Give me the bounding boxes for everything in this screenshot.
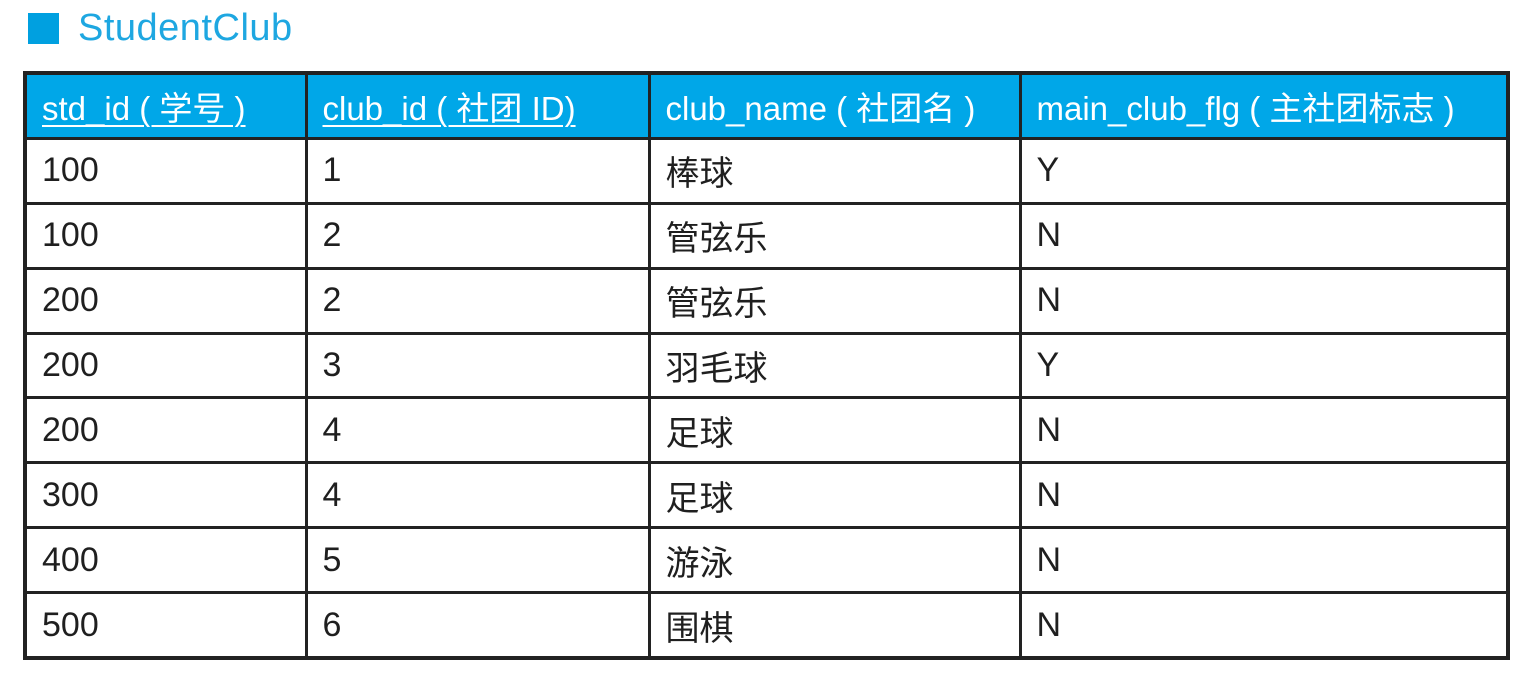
cell-club-name: 棒球 [647, 137, 1022, 205]
cell-std-id: 400 [23, 526, 308, 595]
cell-std-id: 200 [23, 266, 308, 335]
cell-main-club-flg: N [1018, 591, 1510, 660]
cell-club-id: 3 [304, 331, 651, 400]
cell-std-id: 500 [23, 591, 308, 660]
cell-club-id: 6 [304, 591, 651, 660]
cell-club-id: 4 [304, 396, 651, 465]
table-row: 300 4 足球 N [23, 461, 1510, 530]
table-caption: StudentClub [28, 6, 293, 50]
cell-club-id: 5 [304, 526, 651, 595]
table-title: StudentClub [78, 6, 293, 49]
table-row: 500 6 围棋 N [23, 591, 1510, 660]
table-row: 100 1 棒球 Y [23, 137, 1510, 205]
cell-std-id: 200 [23, 331, 308, 400]
table-row: 200 3 羽毛球 Y [23, 331, 1510, 400]
cell-main-club-flg: Y [1018, 137, 1510, 205]
column-header-club-name: club_name ( 社团名 ) [647, 71, 1022, 140]
cell-club-name: 围棋 [647, 591, 1022, 660]
table-row: 100 2 管弦乐 N [23, 201, 1510, 270]
cell-main-club-flg: Y [1018, 331, 1510, 400]
cell-std-id: 300 [23, 461, 308, 530]
cell-club-name: 管弦乐 [647, 201, 1022, 270]
cell-main-club-flg: N [1018, 461, 1510, 530]
caption-square-marker [28, 12, 59, 44]
table-row: 200 2 管弦乐 N [23, 266, 1510, 335]
column-header-label: club_name ( 社团名 ) [665, 90, 976, 127]
cell-club-name: 足球 [647, 396, 1022, 465]
column-header-club-id: club_id ( 社团 ID) [304, 71, 651, 140]
cell-main-club-flg: N [1018, 526, 1510, 595]
cell-club-name: 羽毛球 [647, 331, 1022, 400]
cell-club-name: 游泳 [647, 526, 1022, 595]
table-row: 400 5 游泳 N [23, 526, 1510, 595]
header-row: std_id ( 学号 ) club_id ( 社团 ID) club_name… [23, 71, 1510, 140]
cell-main-club-flg: N [1018, 266, 1510, 335]
cell-std-id: 100 [23, 137, 308, 205]
cell-club-id: 4 [304, 461, 651, 530]
cell-main-club-flg: N [1018, 201, 1510, 270]
cell-club-name: 管弦乐 [647, 266, 1022, 335]
student-club-table: std_id ( 学号 ) club_id ( 社团 ID) club_name… [23, 71, 1510, 660]
cell-club-name: 足球 [647, 461, 1022, 530]
cell-club-id: 2 [304, 266, 651, 335]
table-row: 200 4 足球 N [23, 396, 1510, 465]
column-header-main-club-flg: main_club_flg ( 主社团标志 ) [1018, 71, 1510, 140]
cell-std-id: 100 [23, 201, 308, 270]
cell-club-id: 2 [304, 201, 651, 270]
column-header-std-id: std_id ( 学号 ) [23, 71, 308, 140]
column-header-label: main_club_flg ( 主社团标志 ) [1036, 90, 1455, 127]
cell-std-id: 200 [23, 396, 308, 465]
cell-main-club-flg: N [1018, 396, 1510, 465]
column-header-label: std_id ( 学号 ) [42, 90, 246, 127]
column-header-label: club_id ( 社团 ID) [322, 90, 576, 127]
cell-club-id: 1 [304, 137, 651, 205]
